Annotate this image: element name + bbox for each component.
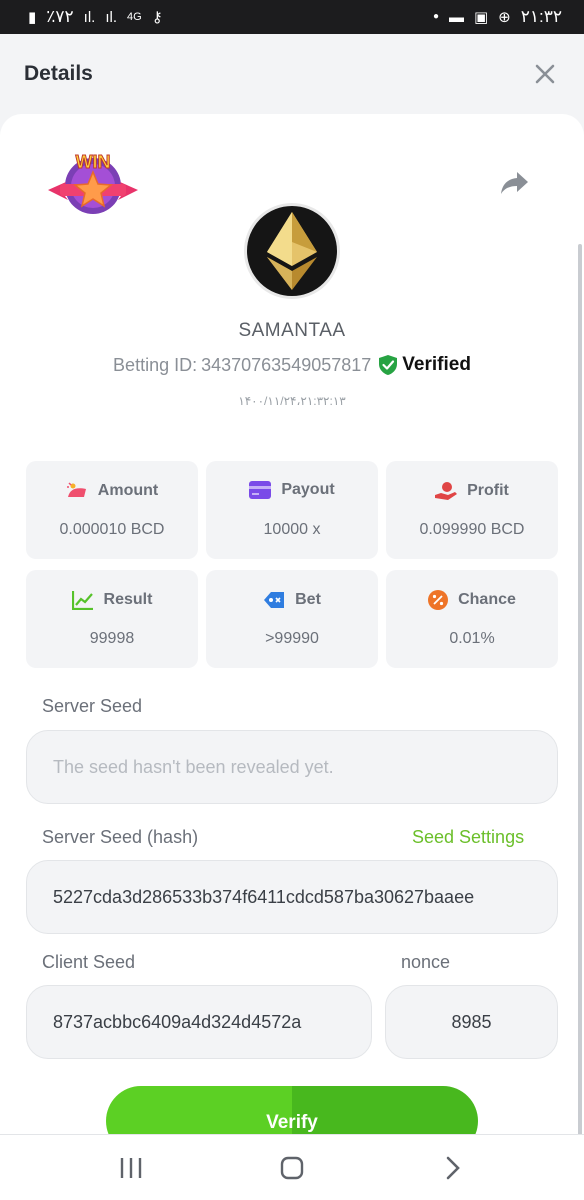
ethereum-icon [267, 212, 317, 290]
system-nav-bar [0, 1134, 584, 1200]
network-type: 4G [127, 11, 142, 23]
page-title: Details [24, 62, 93, 85]
stat-value: 0.000010 BCD [59, 521, 165, 538]
battery-icon: ▮ [28, 8, 37, 26]
message-icon: ▬ [448, 8, 464, 26]
win-logo: WIN [46, 148, 140, 218]
stat-amount: Amount 0.000010 BCD [26, 461, 198, 559]
stat-label: Result [103, 591, 153, 608]
win-logo-text: WIN [76, 152, 111, 172]
share-button[interactable] [500, 170, 530, 196]
dot-icon: ● [432, 11, 439, 22]
scrollbar[interactable] [578, 244, 582, 1134]
stat-label: Payout [281, 481, 335, 498]
amount-icon [66, 482, 86, 497]
status-left: ▮ ٪۷۲ ıl. ıl. 4G ⚷ [28, 7, 163, 27]
bet-tag-icon [264, 592, 285, 608]
details-header: Details [0, 34, 584, 114]
betting-id-label: Betting ID: [113, 354, 198, 375]
close-button[interactable] [530, 59, 560, 89]
verified-badge: Verified [379, 354, 471, 376]
home-button[interactable] [262, 1143, 322, 1193]
image-icon: ▣ [473, 8, 489, 26]
key-icon: ⚷ [151, 8, 163, 26]
stat-value: 0.099990 BCD [419, 521, 525, 538]
nonce-field[interactable]: 8985 [385, 985, 558, 1059]
battery-percent: ٪۷۲ [46, 7, 74, 26]
status-bar: ▮ ٪۷۲ ıl. ıl. 4G ⚷ ● ▬ ▣ ⊕ ۲۱:۳۲ [0, 0, 584, 34]
share-icon [501, 172, 528, 194]
stat-profit: Profit 0.099990 BCD [386, 461, 558, 559]
stat-bet: Bet >99990 [206, 570, 378, 668]
back-chevron-icon [447, 1156, 461, 1179]
download-icon: ⊕ [498, 8, 511, 26]
stat-payout: Payout 10000 x [206, 461, 378, 559]
chance-percent-icon [428, 590, 449, 610]
stat-chance: Chance 0.01% [386, 570, 558, 668]
bet-date: ۱۴۰۰/۱۱/۲۴،۲۱:۳۲:۱۳ [238, 394, 346, 408]
stat-result: Result 99998 [26, 570, 198, 668]
details-card: WIN SAMANTAA Betting ID: 343707635490578… [0, 114, 584, 1134]
server-seed-hash-field[interactable]: 5227cda3d286533b374f6411cdcd587ba30627ba… [26, 860, 558, 934]
stat-value: 0.01% [449, 630, 495, 647]
profit-hand-icon [435, 482, 458, 500]
stat-label: Amount [97, 482, 159, 499]
client-seed-label: Client Seed [42, 952, 136, 972]
status-time: ۲۱:۳۲ [520, 7, 562, 26]
server-seed-field[interactable]: The seed hasn't been revealed yet. [26, 730, 558, 804]
signal-icon-2: ıl. [105, 8, 118, 26]
recent-apps-icon [120, 1157, 141, 1178]
username: SAMANTAA [238, 320, 346, 341]
stat-label: Profit [467, 482, 509, 499]
server-seed-hash-label: Server Seed (hash) [42, 827, 199, 847]
result-chart-icon [71, 591, 93, 610]
stat-value: >99990 [265, 630, 319, 647]
stat-value: 99998 [89, 630, 135, 647]
nonce-label: nonce [401, 952, 451, 972]
recent-apps-button[interactable] [101, 1143, 161, 1193]
shield-check-icon [379, 355, 398, 375]
stat-label: Bet [295, 591, 321, 608]
verify-button[interactable]: Verify [106, 1086, 478, 1134]
avatar[interactable] [244, 203, 340, 299]
verified-label: Verified [402, 354, 471, 375]
betting-id-line: Betting ID: 34370763549057817 Verified [0, 354, 584, 376]
close-icon [535, 64, 555, 84]
back-button[interactable] [423, 1143, 483, 1193]
seed-settings-link[interactable]: Seed Settings [412, 827, 524, 848]
payout-card-icon [249, 481, 272, 499]
betting-id-value: 34370763549057817 [201, 354, 372, 375]
server-seed-label: Server Seed [42, 696, 143, 716]
signal-icon: ıl. [83, 8, 96, 26]
stat-label: Chance [458, 591, 516, 608]
client-seed-field[interactable]: 8737acbbc6409a4d324d4572a [26, 985, 372, 1059]
home-icon [280, 1156, 304, 1179]
status-right: ● ▬ ▣ ⊕ ۲۱:۳۲ [433, 7, 562, 27]
stat-value: 10000 x [263, 521, 321, 538]
